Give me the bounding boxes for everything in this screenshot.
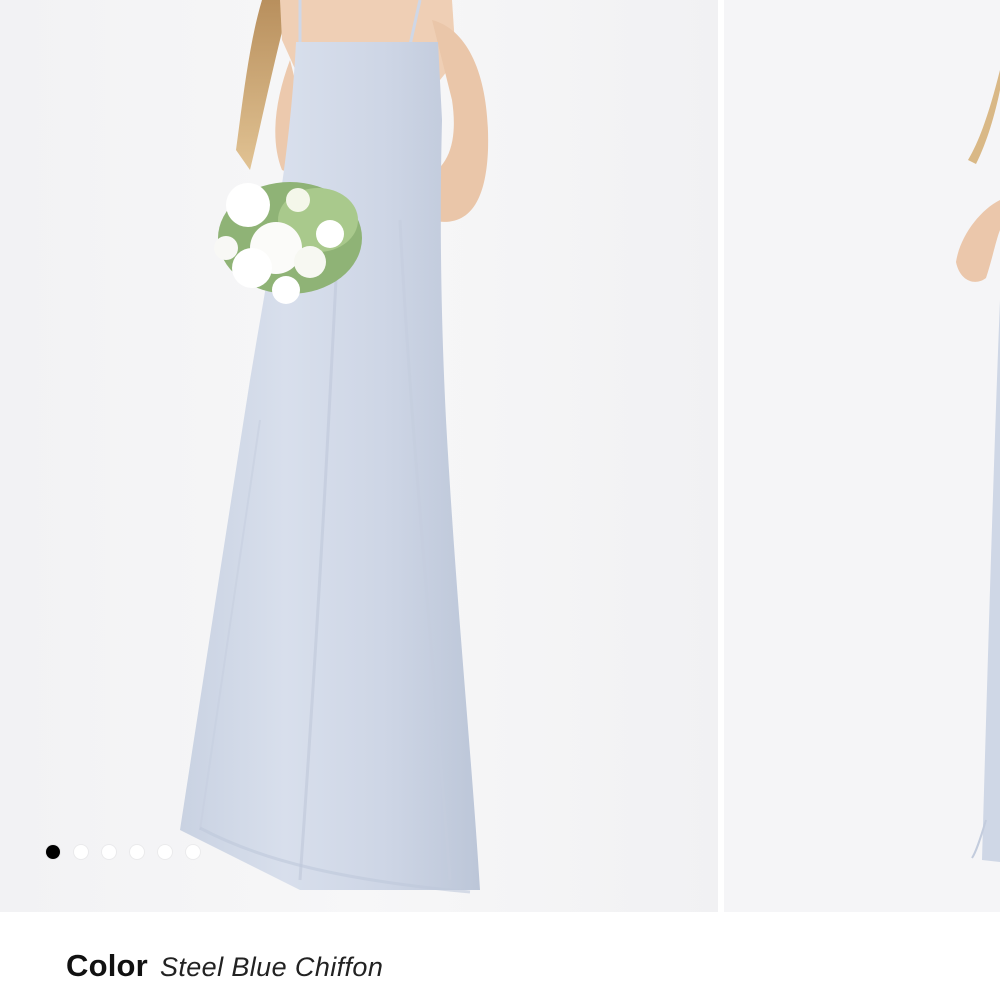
gallery-slide-1[interactable] xyxy=(0,0,718,912)
color-selection: Color Steel Blue Chiffon xyxy=(66,948,383,984)
pagination-dot-1[interactable] xyxy=(46,845,60,859)
gallery-slide-2[interactable] xyxy=(724,0,1000,912)
color-value: Steel Blue Chiffon xyxy=(159,952,384,982)
gallery-pagination xyxy=(46,845,200,859)
pagination-dot-4[interactable] xyxy=(130,845,144,859)
pagination-dot-2[interactable] xyxy=(74,845,88,859)
product-photo-secondary xyxy=(724,0,1000,912)
product-image-gallery[interactable] xyxy=(0,0,1000,912)
pagination-dot-5[interactable] xyxy=(158,845,172,859)
color-label: Color xyxy=(66,948,148,983)
pagination-dot-3[interactable] xyxy=(102,845,116,859)
product-page: Color Steel Blue Chiffon xyxy=(0,0,1000,1000)
pagination-dot-6[interactable] xyxy=(186,845,200,859)
product-photo-main xyxy=(0,0,718,912)
